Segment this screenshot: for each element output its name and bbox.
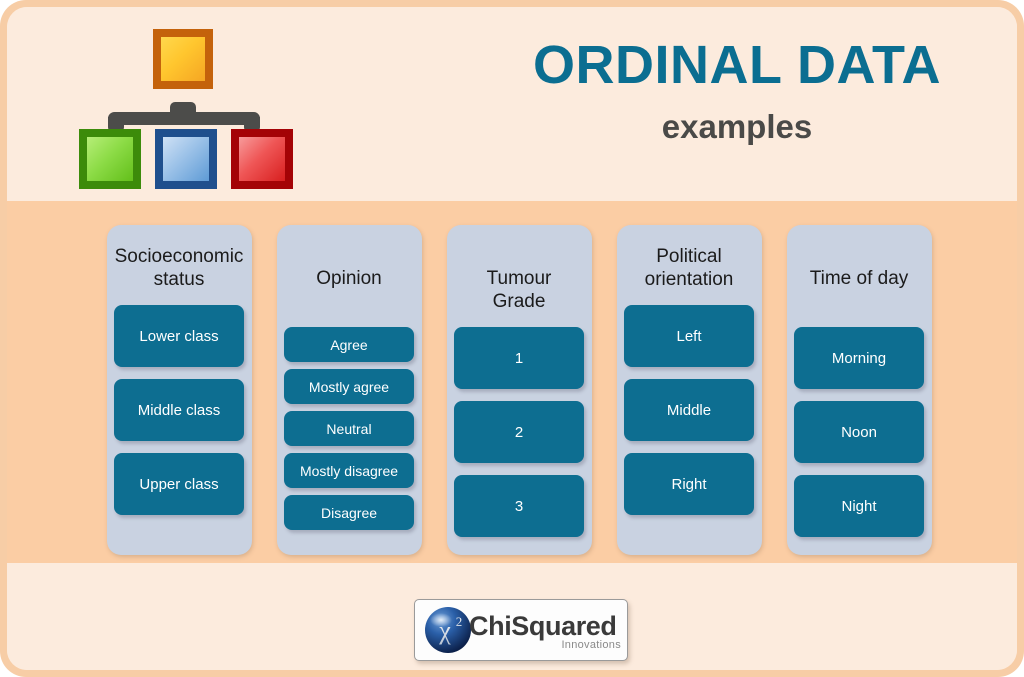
- list-item[interactable]: 2: [454, 401, 584, 464]
- logo-name: ChiSquared: [469, 611, 617, 641]
- card-items: Morning Noon Night: [794, 327, 924, 541]
- card-items: Lower class Middle class Upper class: [114, 305, 244, 541]
- list-item[interactable]: Night: [794, 475, 924, 537]
- poster-canvas: ORDINAL DATA examples Socioeconomic stat…: [0, 0, 1024, 677]
- hierarchy-icon: [75, 21, 293, 191]
- card-socioeconomic-status: Socioeconomic status Lower class Middle …: [106, 225, 252, 555]
- page-subtitle: examples: [661, 107, 813, 145]
- brand-logo[interactable]: χ 2 ChiSquared Innovations: [414, 599, 628, 661]
- card-political-orientation: Political orientation Left Middle Right: [616, 225, 762, 555]
- hierarchy-blue-square-icon: [155, 129, 217, 189]
- list-item[interactable]: Mostly disagree: [284, 453, 414, 488]
- card-items: 1 2 3: [454, 327, 584, 541]
- page-title: ORDINAL DATA: [533, 35, 941, 95]
- card-tumour-grade: Tumour Grade 1 2 3: [446, 225, 592, 555]
- card-title: Opinion: [316, 268, 382, 289]
- list-item[interactable]: Noon: [794, 401, 924, 463]
- hierarchy-connector-bar: [108, 112, 260, 125]
- list-item[interactable]: Right: [624, 453, 754, 516]
- list-item[interactable]: Upper class: [114, 453, 244, 516]
- hierarchy-red-square-icon: [231, 129, 293, 189]
- card-title: Political orientation: [644, 246, 734, 291]
- chi-squared-sphere-icon: χ 2: [423, 605, 473, 655]
- svg-text:χ: χ: [438, 616, 451, 645]
- list-item[interactable]: Left: [624, 305, 754, 368]
- list-item[interactable]: Lower class: [114, 305, 244, 368]
- poster-inner: ORDINAL DATA examples Socioeconomic stat…: [7, 7, 1017, 670]
- card-title: Tumour Grade: [486, 268, 552, 313]
- cards-row: Socioeconomic status Lower class Middle …: [7, 225, 1017, 555]
- svg-text:2: 2: [456, 614, 463, 629]
- list-item[interactable]: Agree: [284, 327, 414, 362]
- list-item[interactable]: Mostly agree: [284, 369, 414, 404]
- card-opinion: Opinion Agree Mostly agree Neutral Mostl…: [276, 225, 422, 555]
- list-item[interactable]: Disagree: [284, 495, 414, 530]
- list-item[interactable]: Morning: [794, 327, 924, 389]
- hierarchy-top-square-icon: [153, 29, 213, 89]
- logo-tagline: Innovations: [561, 639, 621, 651]
- card-time-of-day: Time of day Morning Noon Night: [786, 225, 932, 555]
- title-block: ORDINAL DATA examples: [477, 37, 997, 146]
- list-item[interactable]: Middle: [624, 379, 754, 442]
- card-title: Socioeconomic status: [114, 246, 244, 291]
- list-item[interactable]: Middle class: [114, 379, 244, 442]
- card-items: Left Middle Right: [624, 305, 754, 541]
- list-item[interactable]: Neutral: [284, 411, 414, 446]
- list-item[interactable]: 3: [454, 475, 584, 538]
- list-item[interactable]: 1: [454, 327, 584, 390]
- hierarchy-green-square-icon: [79, 129, 141, 189]
- card-title: Time of day: [809, 268, 909, 289]
- card-items: Agree Mostly agree Neutral Mostly disagr…: [284, 327, 414, 541]
- logo-text-wrap: ChiSquared Innovations: [469, 605, 627, 655]
